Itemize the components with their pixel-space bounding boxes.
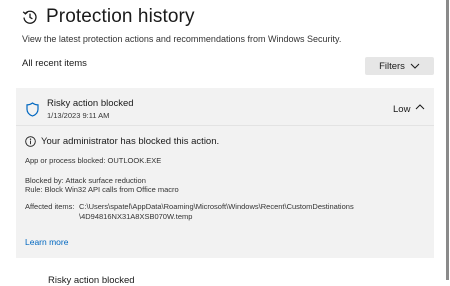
rule-line: Rule: Block Win32 API calls from Office …	[25, 185, 179, 194]
affected-path-line-1: C:\Users\spatel\AppData\Roaming\Microsof…	[79, 202, 354, 211]
chevron-up-icon[interactable]	[415, 104, 425, 110]
filters-label: Filters	[379, 60, 405, 72]
item-header[interactable]: Risky action blocked 1/13/2023 9:11 AM L…	[16, 88, 434, 125]
history-clock-icon	[22, 9, 38, 25]
notice-text: Your administrator has blocked this acti…	[41, 136, 220, 147]
affected-path-line-2: \4D94816NX31A8XSB070W.temp	[79, 212, 193, 221]
all-recent-items-label: All recent items	[22, 58, 87, 69]
admin-notice: Your administrator has blocked this acti…	[25, 136, 219, 147]
learn-more-link[interactable]: Learn more	[25, 237, 68, 247]
page-subtitle: View the latest protection actions and r…	[22, 34, 342, 44]
protection-history-item: Risky action blocked 1/13/2023 9:11 AM L…	[16, 88, 434, 258]
scrollbar[interactable]	[446, 0, 449, 280]
info-icon	[25, 136, 36, 147]
app-blocked-line: App or process blocked: OUTLOOK.EXE	[25, 156, 162, 165]
item-title: Risky action blocked	[47, 98, 134, 109]
shield-icon	[26, 102, 39, 117]
page-header: Protection history	[22, 6, 195, 28]
filters-button[interactable]: Filters	[365, 57, 434, 75]
divider	[16, 125, 434, 126]
chevron-down-icon	[410, 63, 420, 69]
next-item-title[interactable]: Risky action blocked	[48, 275, 135, 286]
severity-label: Low	[393, 104, 411, 115]
affected-items-label: Affected items:	[25, 202, 75, 211]
blocked-by-line: Blocked by: Attack surface reduction	[25, 176, 146, 185]
page-title: Protection history	[46, 6, 195, 27]
item-date: 1/13/2023 9:11 AM	[47, 111, 110, 120]
affected-items-value: C:\Users\spatel\AppData\Roaming\Microsof…	[79, 202, 354, 222]
